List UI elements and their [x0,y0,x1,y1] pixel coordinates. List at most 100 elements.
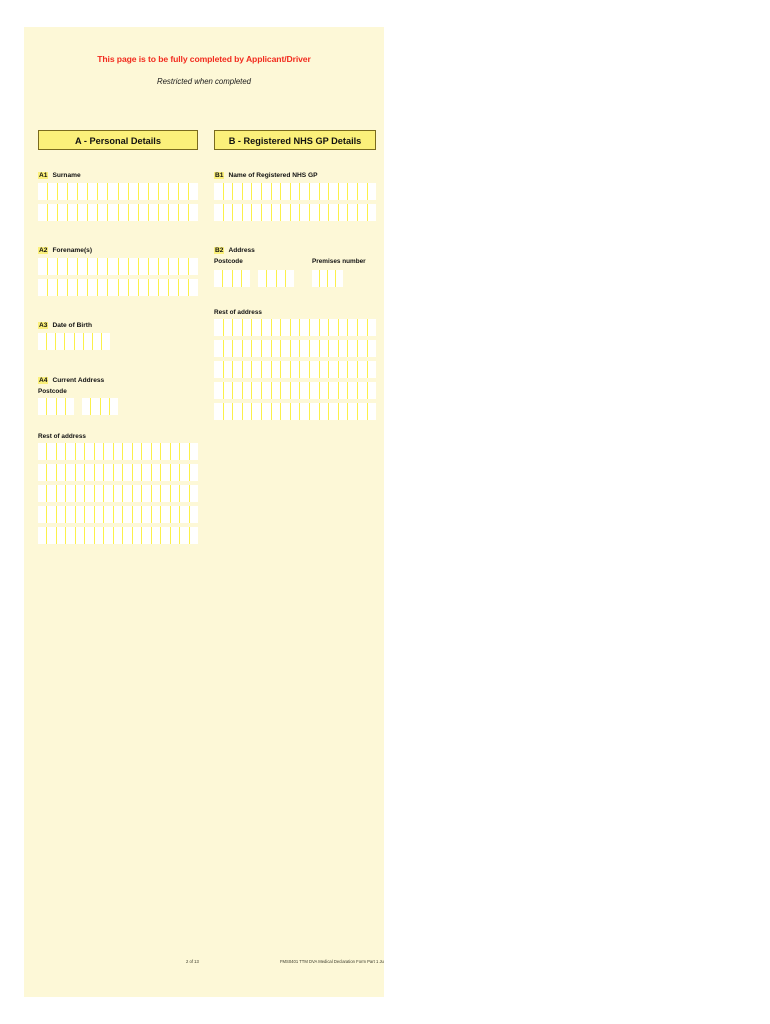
comb-cell[interactable] [38,279,49,296]
comb-cell[interactable] [358,382,368,399]
comb-cell[interactable] [358,319,368,336]
comb-cell[interactable] [133,527,143,544]
comb-cell[interactable] [142,443,152,460]
comb-cell[interactable] [58,279,69,296]
comb-cell[interactable] [300,204,310,221]
a4-address-row-5[interactable] [38,527,198,544]
comb-cell[interactable] [348,319,358,336]
comb-cell[interactable] [133,464,143,481]
comb-cell[interactable] [149,183,159,200]
comb-cell[interactable] [272,361,282,378]
a4-postcode-input-inward[interactable] [82,398,118,415]
comb-cell[interactable] [310,319,320,336]
b1-input-row-2[interactable] [214,204,376,221]
comb-cell[interactable] [272,183,282,200]
b2-address-row-2[interactable] [214,340,376,357]
b2-address-row-4[interactable] [214,382,376,399]
comb-cell[interactable] [78,183,89,200]
comb-cell[interactable] [102,333,110,350]
comb-cell[interactable] [171,527,181,544]
comb-cell[interactable] [339,204,349,221]
comb-cell[interactable] [358,204,368,221]
comb-cell[interactable] [329,183,339,200]
comb-cell[interactable] [38,527,48,544]
comb-cell[interactable] [291,183,301,200]
comb-cell[interactable] [214,204,224,221]
comb-cell[interactable] [159,204,169,221]
comb-cell[interactable] [133,485,143,502]
a3-date-of-birth-input[interactable] [38,333,110,350]
comb-cell[interactable] [57,485,67,502]
comb-cell[interactable] [262,319,272,336]
comb-cell[interactable] [300,382,310,399]
comb-cell[interactable] [78,258,89,275]
comb-cell[interactable] [85,464,95,481]
comb-cell[interactable] [368,403,377,420]
comb-cell[interactable] [68,258,79,275]
comb-cell[interactable] [320,183,330,200]
b2-postcode-input-outward[interactable] [214,270,250,287]
comb-cell[interactable] [57,506,67,523]
comb-cell[interactable] [57,398,66,415]
comb-cell[interactable] [214,183,224,200]
comb-cell[interactable] [368,319,377,336]
comb-cell[interactable] [169,279,179,296]
comb-cell[interactable] [368,183,377,200]
comb-cell[interactable] [223,270,233,287]
comb-cell[interactable] [233,204,243,221]
comb-cell[interactable] [281,183,291,200]
comb-cell[interactable] [243,204,253,221]
comb-cell[interactable] [339,361,349,378]
b2-address-row-1[interactable] [214,319,376,336]
comb-cell[interactable] [152,527,162,544]
comb-cell[interactable] [189,204,198,221]
comb-cell[interactable] [104,485,114,502]
comb-cell[interactable] [88,258,99,275]
comb-cell[interactable] [233,403,243,420]
a1-input-row-1[interactable] [38,183,198,200]
comb-cell[interactable] [224,382,234,399]
comb-cell[interactable] [149,204,159,221]
comb-cell[interactable] [76,506,86,523]
comb-cell[interactable] [76,485,86,502]
comb-cell[interactable] [171,485,181,502]
comb-cell[interactable] [180,443,190,460]
comb-cell[interactable] [243,183,253,200]
comb-cell[interactable] [190,506,198,523]
comb-cell[interactable] [48,204,59,221]
b2-postcode-input-inward[interactable] [258,270,294,287]
comb-cell[interactable] [58,258,69,275]
comb-cell[interactable] [104,506,114,523]
comb-cell[interactable] [272,382,282,399]
comb-cell[interactable] [66,485,76,502]
comb-cell[interactable] [348,183,358,200]
comb-cell[interactable] [320,270,328,287]
comb-cell[interactable] [300,319,310,336]
comb-cell[interactable] [149,258,159,275]
comb-cell[interactable] [123,506,133,523]
comb-cell[interactable] [66,527,76,544]
comb-cell[interactable] [291,382,301,399]
comb-cell[interactable] [88,183,99,200]
comb-cell[interactable] [171,506,181,523]
comb-cell[interactable] [76,464,86,481]
comb-cell[interactable] [358,361,368,378]
comb-cell[interactable] [76,527,86,544]
comb-cell[interactable] [161,443,171,460]
comb-cell[interactable] [180,506,190,523]
comb-cell[interactable] [129,258,139,275]
comb-cell[interactable] [368,204,377,221]
comb-cell[interactable] [339,340,349,357]
comb-cell[interactable] [68,279,79,296]
comb-cell[interactable] [179,204,189,221]
a2-input-row-1[interactable] [38,258,198,275]
comb-cell[interactable] [171,464,181,481]
comb-cell[interactable] [161,506,171,523]
comb-cell[interactable] [267,270,277,287]
comb-cell[interactable] [66,443,76,460]
comb-cell[interactable] [310,361,320,378]
comb-cell[interactable] [233,183,243,200]
comb-cell[interactable] [262,340,272,357]
comb-cell[interactable] [329,319,339,336]
comb-cell[interactable] [277,270,286,287]
